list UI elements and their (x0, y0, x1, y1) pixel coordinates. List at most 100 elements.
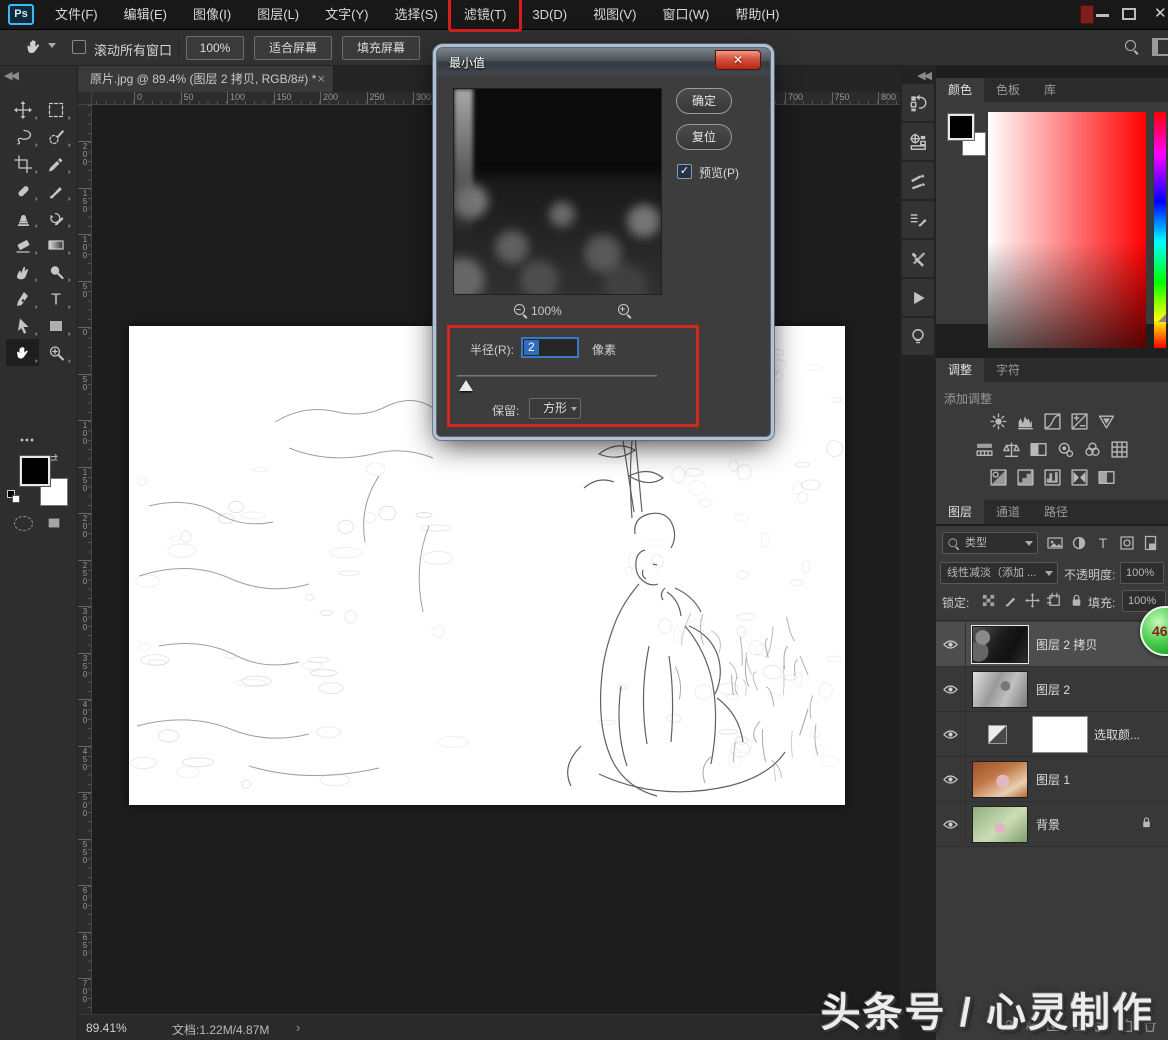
close-tab-icon[interactable]: × (317, 66, 325, 92)
layers-tab[interactable]: 图层 (936, 500, 984, 524)
smart-object-filter-button[interactable] (1142, 534, 1160, 552)
workspace-switcher-icon[interactable] (1152, 38, 1168, 56)
hue-slider[interactable] (1154, 112, 1166, 348)
edit-toolbar-button[interactable] (10, 430, 43, 450)
spot-healing-tool[interactable] (6, 177, 39, 204)
shape-layer-filter-button[interactable] (1118, 534, 1136, 552)
quick-mask-button[interactable] (14, 516, 33, 531)
menu-item-1[interactable]: 编辑(E) (111, 0, 180, 29)
black-white-adjustment-button[interactable] (1029, 440, 1048, 459)
eraser-tool[interactable] (6, 231, 39, 258)
layer-visibility-toggle[interactable] (936, 757, 966, 802)
selective-color-adjustment-button[interactable] (1070, 468, 1089, 487)
menu-item-2[interactable]: 图像(I) (180, 0, 244, 29)
pen-tool[interactable] (6, 285, 39, 312)
menu-item-0[interactable]: 文件(F) (42, 0, 111, 29)
lock-transparency-button[interactable] (980, 592, 997, 609)
move-tool[interactable] (6, 96, 39, 123)
radius-slider-thumb[interactable] (459, 380, 473, 391)
color-tab[interactable]: 库 (1032, 78, 1068, 102)
foreground-color-swatch[interactable] (20, 456, 50, 486)
layer-name[interactable]: 图层 2 (1036, 681, 1070, 698)
layer-visibility-toggle[interactable] (936, 802, 966, 847)
zoom-percentage[interactable]: 89.41% (86, 1021, 127, 1035)
clone-source-panel-button[interactable] (902, 123, 934, 160)
menu-item-10[interactable]: 帮助(H) (722, 0, 792, 29)
color-lookup-adjustment-button[interactable] (1110, 440, 1129, 459)
preserve-select[interactable]: 方形 (529, 398, 581, 419)
document-tab[interactable]: 原片.jpg @ 89.4% (图层 2 拷贝, RGB/8#) * × (78, 66, 334, 92)
foreground-color-swatch[interactable] (948, 114, 974, 140)
lock-artboard-button[interactable] (1046, 592, 1063, 609)
dodge-tool[interactable] (39, 258, 72, 285)
color-tab[interactable]: 颜色 (936, 78, 984, 102)
layer-thumbnail[interactable] (972, 806, 1028, 843)
layer-row-1[interactable]: 图层 2 (936, 667, 1168, 712)
vibrance-adjustment-button[interactable] (1097, 412, 1116, 431)
posterize-adjustment-button[interactable] (1016, 468, 1035, 487)
marquee-tool[interactable] (39, 96, 72, 123)
actions-panel-button[interactable] (902, 279, 934, 316)
menu-item-8[interactable]: 视图(V) (580, 0, 649, 29)
zoom-out-icon[interactable]: – (513, 303, 529, 319)
panel-resize-grip[interactable] (1158, 314, 1166, 322)
layers-tab[interactable]: 路径 (1032, 500, 1080, 524)
zoom-tool[interactable] (39, 339, 72, 366)
preview-checkbox[interactable]: ✓ (677, 164, 692, 179)
fit-screen-button[interactable]: 适合屏幕 (254, 36, 332, 60)
layer-visibility-toggle[interactable] (936, 622, 966, 667)
screen-mode-button[interactable] (46, 515, 62, 531)
collapse-toolbar-icon[interactable]: ◀◀ (4, 69, 17, 82)
layer-mask-thumbnail[interactable] (1032, 716, 1088, 753)
eyedropper-tool[interactable] (39, 150, 72, 177)
ruler-origin[interactable] (78, 92, 92, 105)
menu-item-4[interactable]: 文字(Y) (312, 0, 381, 29)
adjustment-layer-icon[interactable] (988, 725, 1007, 744)
lock-position-button[interactable] (1024, 592, 1041, 609)
curves-adjustment-button[interactable] (1043, 412, 1062, 431)
clone-stamp-tool[interactable] (6, 204, 39, 231)
layer-name[interactable]: 选取颜... (1094, 726, 1140, 743)
expand-panels-icon[interactable]: ◀◀ (917, 69, 930, 82)
minimize-button[interactable] (1096, 14, 1109, 17)
layer-thumbnail[interactable] (972, 626, 1028, 663)
filter-preview[interactable] (453, 88, 662, 295)
color-tab[interactable]: 色板 (984, 78, 1032, 102)
brightness-contrast-adjustment-button[interactable] (989, 412, 1008, 431)
reset-button[interactable]: 复位 (676, 124, 732, 150)
menu-filter[interactable]: 滤镜(T) (451, 0, 520, 29)
adjustments-tab[interactable]: 字符 (984, 358, 1032, 382)
menu-item-5[interactable]: 选择(S) (381, 0, 450, 29)
layer-name[interactable]: 背景 (1036, 816, 1060, 833)
layer-thumbnail[interactable] (972, 761, 1028, 798)
layer-name[interactable]: 图层 2 拷贝 (1036, 636, 1097, 653)
lasso-tool[interactable] (6, 123, 39, 150)
color-balance-adjustment-button[interactable] (1002, 440, 1021, 459)
threshold-adjustment-button[interactable] (1043, 468, 1062, 487)
layer-name[interactable]: 图层 1 (1036, 771, 1070, 788)
brush-presets-panel-button[interactable] (902, 162, 934, 199)
adjustment-layer-filter-button[interactable] (1070, 534, 1088, 552)
history-panel-button[interactable] (902, 84, 934, 121)
menu-item-9[interactable]: 窗口(W) (649, 0, 722, 29)
layers-tab[interactable]: 通道 (984, 500, 1032, 524)
zoom-100-button[interactable]: 100% (186, 36, 244, 60)
zoom-in-icon[interactable]: + (617, 303, 633, 319)
radius-input[interactable]: 2 (521, 337, 579, 358)
menu-item-3[interactable]: 图层(L) (244, 0, 312, 29)
default-colors-icon[interactable] (7, 490, 20, 503)
layer-visibility-toggle[interactable] (936, 667, 966, 712)
type-tool[interactable]: T (39, 285, 72, 312)
layer-filter-type-select[interactable]: 类型 (942, 532, 1038, 554)
layer-row-0[interactable]: 图层 2 拷贝 (936, 622, 1168, 667)
maximize-button[interactable] (1122, 8, 1136, 20)
menu-item-7[interactable]: 3D(D) (519, 0, 580, 29)
vertical-ruler[interactable]: 2001501005005010015020025030035040045050… (78, 105, 92, 1014)
channel-mixer-adjustment-button[interactable] (1083, 440, 1102, 459)
brush-tool[interactable] (39, 177, 72, 204)
quick-select-tool[interactable] (39, 123, 72, 150)
levels-adjustment-button[interactable] (1016, 412, 1035, 431)
ok-button[interactable]: 确定 (676, 88, 732, 114)
invert-adjustment-button[interactable] (989, 468, 1008, 487)
exposure-adjustment-button[interactable] (1070, 412, 1089, 431)
